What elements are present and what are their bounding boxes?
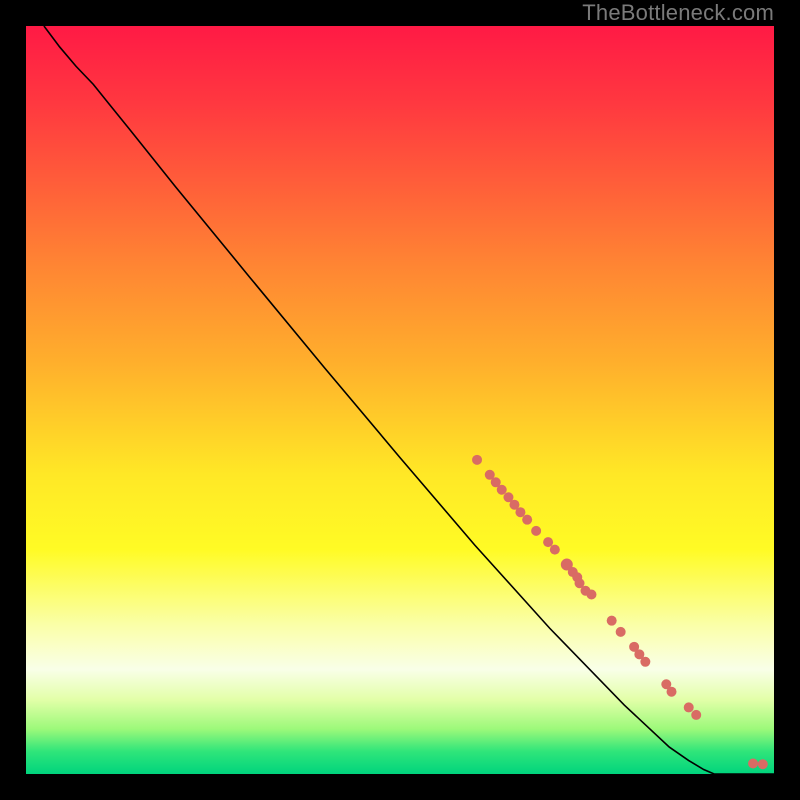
chart-marker [758, 759, 768, 769]
chart-marker [684, 702, 694, 712]
chart-marker [607, 616, 617, 626]
chart-marker [522, 515, 532, 525]
chart-marker [640, 657, 650, 667]
attribution-text: TheBottleneck.com [582, 0, 774, 26]
chart-marker [531, 526, 541, 536]
chart-marker [586, 589, 596, 599]
chart-marker [497, 485, 507, 495]
chart-svg [26, 26, 774, 774]
chart-marker [515, 507, 525, 517]
chart-marker [748, 759, 758, 769]
chart-marker [691, 710, 701, 720]
chart-marker [667, 687, 677, 697]
chart-marker [616, 627, 626, 637]
chart-marker [543, 537, 553, 547]
chart-plot-area [26, 26, 774, 774]
chart-line [44, 26, 774, 774]
chart-marker [472, 455, 482, 465]
chart-marker [550, 545, 560, 555]
